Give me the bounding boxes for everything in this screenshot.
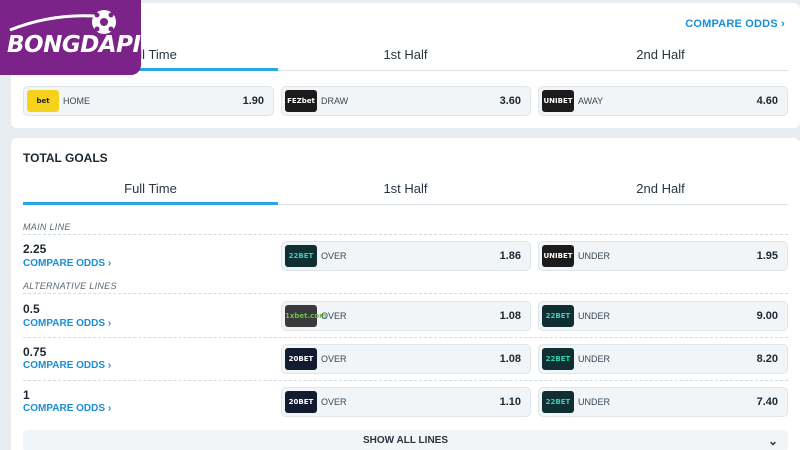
show-all-lines-label: SHOW ALL LINES bbox=[363, 435, 448, 446]
chevron-right-icon: › bbox=[781, 18, 785, 30]
odds-value: 9.00 bbox=[756, 310, 778, 322]
section-title: TOTAL GOALS bbox=[23, 151, 108, 165]
odds-value: 1.86 bbox=[499, 250, 521, 262]
odds-button-over[interactable]: 20BET OVER 1.10 bbox=[281, 387, 531, 417]
tab-2nd-half[interactable]: 2nd Half bbox=[533, 175, 788, 205]
compare-odds-link[interactable]: COMPARE ODDS › bbox=[23, 318, 111, 329]
divider bbox=[23, 380, 788, 381]
line-value: 2.25 bbox=[23, 242, 47, 256]
tab-1st-half[interactable]: 1st Half bbox=[278, 175, 533, 205]
compare-odds-label: COMPARE ODDS bbox=[685, 18, 778, 30]
compare-odds-link[interactable]: COMPARE ODDS › bbox=[23, 360, 111, 371]
odds-value: 3.60 bbox=[499, 95, 521, 107]
bookmaker-logo: UNIBET bbox=[542, 90, 574, 112]
compare-odds-link[interactable]: COMPARE ODDS › bbox=[23, 403, 111, 414]
odds-value: 1.08 bbox=[499, 353, 521, 365]
bookmaker-logo: 22BET bbox=[542, 305, 574, 327]
divider bbox=[23, 234, 788, 235]
bookmaker-logo: 1xbet.com bbox=[285, 305, 326, 327]
selection-label: OVER bbox=[321, 311, 347, 321]
show-all-lines-button[interactable]: SHOW ALL LINES ⌄ bbox=[23, 430, 788, 450]
odds-button-under[interactable]: 22BET UNDER 7.40 bbox=[538, 387, 788, 417]
line-value: 1 bbox=[23, 388, 30, 402]
selection-label: OVER bbox=[321, 354, 347, 364]
odds-value: 7.40 bbox=[756, 396, 778, 408]
bookmaker-logo: UNIBET bbox=[542, 245, 574, 267]
bookmaker-logo: FEZbet bbox=[285, 90, 317, 112]
bookmaker-logo: 20BET bbox=[285, 348, 317, 370]
selection-label: OVER bbox=[321, 397, 347, 407]
selection-label: UNDER bbox=[578, 354, 611, 364]
line-value: 0.75 bbox=[23, 345, 47, 359]
site-logo[interactable]: BONGDAPI bbox=[0, 0, 141, 75]
odds-value: 1.10 bbox=[499, 396, 521, 408]
selection-label: OVER bbox=[321, 251, 347, 261]
selection-label: UNDER bbox=[578, 397, 611, 407]
odds-button-under[interactable]: UNIBET UNDER 1.95 bbox=[538, 241, 788, 271]
bookmaker-logo: 20BET bbox=[285, 391, 317, 413]
selection-label: DRAW bbox=[321, 96, 349, 106]
tab-2nd-half[interactable]: 2nd Half bbox=[533, 41, 788, 71]
bookmaker-logo: 22BET bbox=[285, 245, 317, 267]
selection-label: UNDER bbox=[578, 311, 611, 321]
selection-label: UNDER bbox=[578, 251, 611, 261]
logo-text: BONGDAPI bbox=[7, 32, 141, 58]
divider bbox=[23, 337, 788, 338]
odds-button-draw[interactable]: FEZbet DRAW 3.60 bbox=[281, 86, 531, 116]
odds-button-home[interactable]: bet HOME 1.90 bbox=[23, 86, 274, 116]
chevron-down-icon: ⌄ bbox=[767, 434, 778, 448]
odds-value: 4.60 bbox=[756, 95, 778, 107]
divider bbox=[23, 293, 788, 294]
odds-value: 1.90 bbox=[242, 95, 264, 107]
total-goals-tabs: Full Time 1st Half 2nd Half bbox=[23, 175, 788, 205]
bookmaker-logo: bet bbox=[27, 90, 59, 112]
odds-button-under[interactable]: 22BET UNDER 9.00 bbox=[538, 301, 788, 331]
selection-label: HOME bbox=[63, 96, 90, 106]
odds-button-over[interactable]: 22BET OVER 1.86 bbox=[281, 241, 531, 271]
compare-odds-link[interactable]: COMPARE ODDS › bbox=[685, 18, 785, 30]
bookmaker-logo: 22BET bbox=[542, 348, 574, 370]
odds-value: 8.20 bbox=[756, 353, 778, 365]
odds-button-away[interactable]: UNIBET AWAY 4.60 bbox=[538, 86, 788, 116]
alternative-lines-heading: ALTERNATIVE LINES bbox=[23, 281, 117, 291]
odds-button-under[interactable]: 22BET UNDER 8.20 bbox=[538, 344, 788, 374]
selection-label: AWAY bbox=[578, 96, 604, 106]
line-value: 0.5 bbox=[23, 302, 40, 316]
tab-1st-half[interactable]: 1st Half bbox=[278, 41, 533, 71]
odds-value: 1.95 bbox=[756, 250, 778, 262]
total-goals-card: TOTAL GOALS Full Time 1st Half 2nd Half … bbox=[11, 138, 800, 450]
odds-button-over[interactable]: 20BET OVER 1.08 bbox=[281, 344, 531, 374]
compare-odds-link[interactable]: COMPARE ODDS › bbox=[23, 258, 111, 269]
main-line-heading: MAIN LINE bbox=[23, 222, 71, 232]
odds-button-over[interactable]: 1xbet.com OVER 1.08 bbox=[281, 301, 531, 331]
tab-full-time[interactable]: Full Time bbox=[23, 175, 278, 205]
odds-value: 1.08 bbox=[499, 310, 521, 322]
bookmaker-logo: 22BET bbox=[542, 391, 574, 413]
